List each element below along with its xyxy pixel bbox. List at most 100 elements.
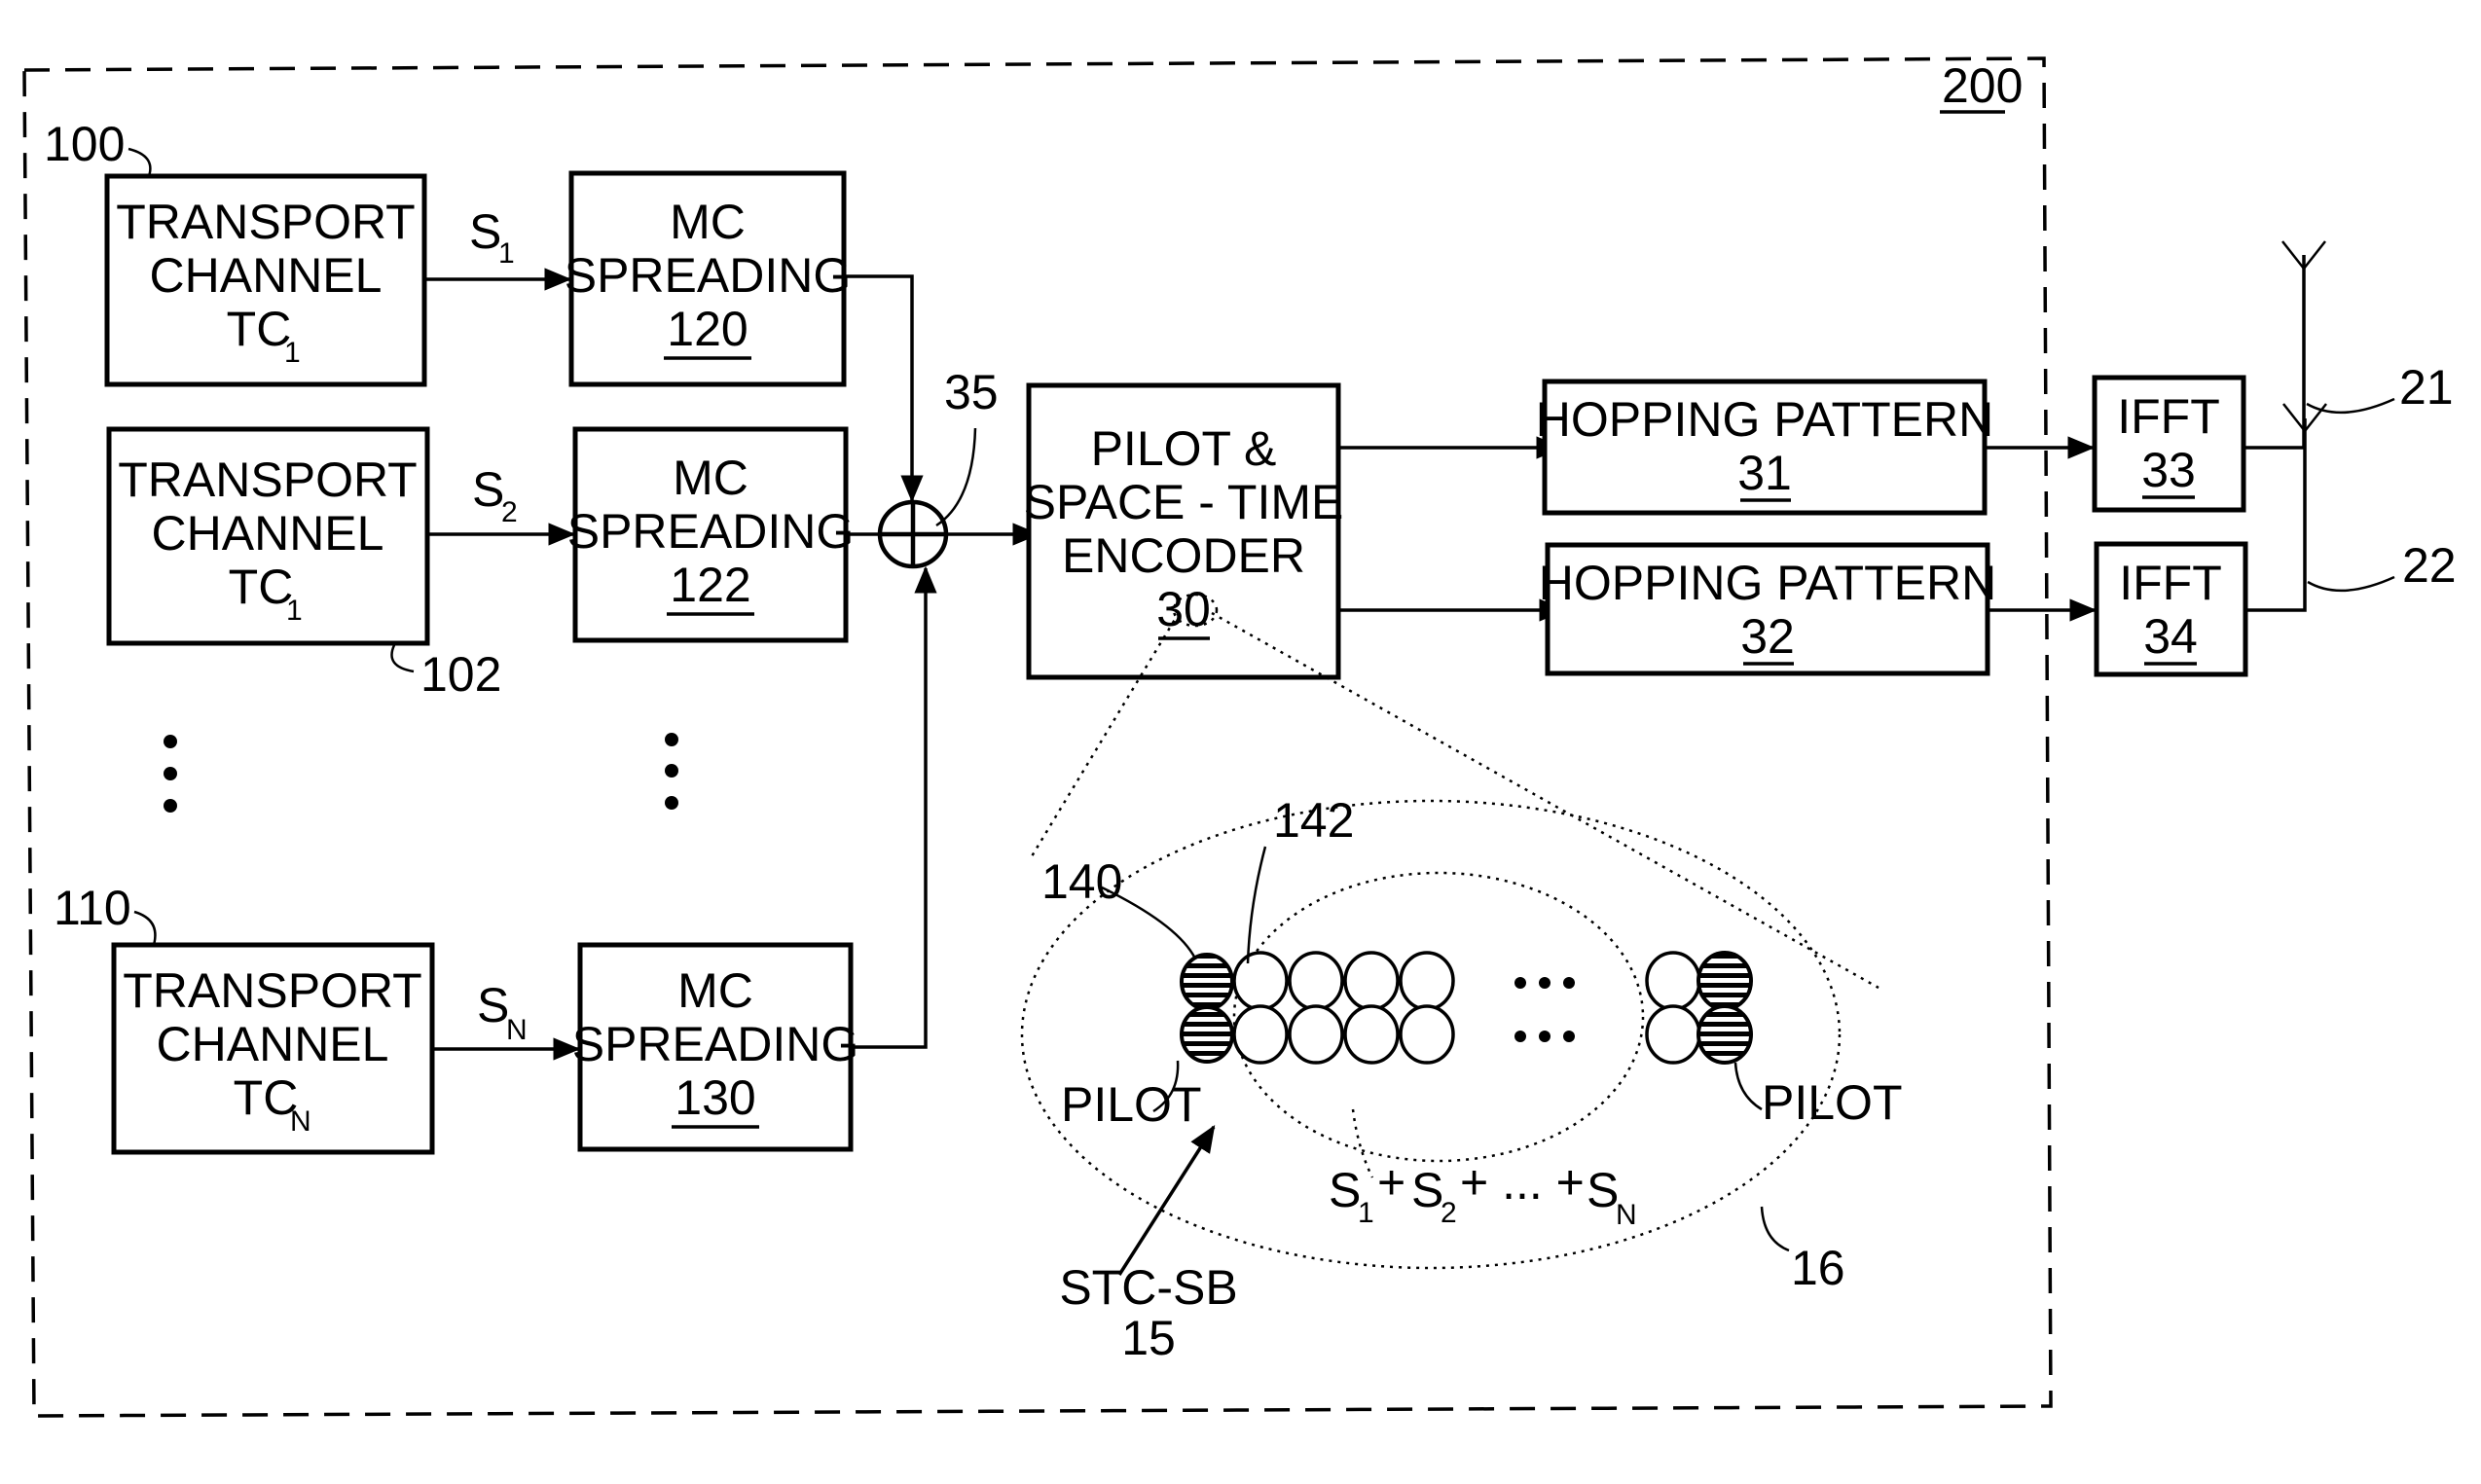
ellipsis-dot [164,767,177,780]
summation-junction [877,499,949,569]
data-cell [1343,1004,1400,1065]
tcn-sub: N [290,1105,311,1138]
summer-ref: 35 [944,365,999,419]
data-cell [1399,1004,1455,1065]
stc-sb-detail: 140 142 PILOT PILOT S 1 + S 2 + ... + S … [1020,593,1902,1365]
tcn-line3: TC [234,1070,299,1125]
mc122-ref: 122 [670,558,750,612]
sum-s1-sub: 1 [1358,1197,1374,1229]
sum-sn-sub: N [1616,1199,1637,1231]
stc-sb-label: STC-SB [1059,1260,1237,1315]
ifft-34: IFFT 34 [2094,541,2248,677]
stc-sb-arrow [1117,1125,1216,1276]
tcn-leader [133,910,157,946]
tc2-line2: CHANNEL [152,506,384,561]
signal-sn-sub: N [506,1014,528,1046]
mc122-line2: SPREADING [567,504,855,559]
encoder-line3: ENCODER [1062,528,1305,583]
data-cell [1399,951,1455,1011]
antenna-22-ref: 22 [2402,538,2457,593]
data-cell [1288,951,1344,1011]
data-cell [1645,951,1701,1011]
pilot-cell [1697,1004,1753,1065]
ellipsis-dot [1514,977,1526,989]
data-cell [1288,1004,1344,1065]
sum-mid: + ... + [1460,1155,1585,1210]
encoder-line2: SPACE - TIME [1024,475,1344,529]
antenna-21-icon [2244,240,2395,450]
sum-plus: + [1377,1155,1405,1210]
transport-channel-1: TRANSPORT CHANNEL TC 1 [104,173,427,387]
data-cell [1232,951,1289,1011]
data-cell [1645,1004,1701,1065]
tcn-ref: 110 [54,881,131,935]
ellipsis-dot [164,799,177,813]
tc1-ref: 100 [44,117,125,171]
signal-s1-label: S [469,204,501,259]
pilot-cell [1180,953,1234,1011]
sum-s1: S [1329,1163,1361,1217]
tc1-line3: TC [227,302,292,356]
mc130-ref: 130 [675,1070,755,1125]
hopping-pattern-31: HOPPING PATTERN 31 [1536,379,1993,516]
tc1-sub: 1 [284,337,301,369]
stc-sb-ref: 15 [1121,1311,1176,1365]
pilot-cell [1697,951,1753,1011]
mc-spreading-120: MC SPREADING 120 [565,170,851,387]
tc2-line1: TRANSPORT [118,452,417,507]
summer-leader [935,427,977,527]
data-ref-142: 142 [1273,793,1354,848]
ellipsis-dot [1539,1031,1551,1042]
pilot-ref-140: 140 [1041,854,1122,909]
frame-ref: 200 [1942,58,2023,113]
data-ref-leader [1246,846,1267,964]
tc1-line1: TRANSPORT [116,195,415,249]
pilot-right-label: PILOT [1762,1075,1902,1130]
hp31-ref: 31 [1737,446,1792,500]
mc-spreading-130: MC SPREADING 130 [572,942,859,1152]
ellipsis-dot [1539,977,1551,989]
ifft33-ref: 33 [2141,443,2196,497]
ifft-33: IFFT 33 [2092,375,2246,513]
block-diagram: 200 TRANSPORT CHANNEL TC 1 100 TRANSPORT… [22,56,2457,1418]
tc1-leader [128,147,152,177]
ifft34-label: IFFT [2119,556,2222,610]
signal-sn-label: S [477,978,509,1032]
ellipsis-dot [665,733,678,746]
ifft34-ref: 34 [2143,609,2198,664]
tc2-ref: 102 [420,647,501,702]
ellipsis-dot [1514,1031,1526,1042]
hp31-label: HOPPING PATTERN [1536,392,1993,447]
mc122-line1: MC [673,451,748,505]
mc120-line1: MC [670,195,746,249]
encoder-ref: 30 [1156,582,1211,636]
hp32-label: HOPPING PATTERN [1539,556,1996,610]
data-cell [1232,1004,1289,1065]
ellipsis-dot [164,735,177,748]
antenna-21-ref: 21 [2399,360,2454,415]
pilot-cell [1180,1005,1234,1064]
tc2-line3: TC [229,560,294,614]
ellipsis-dot [1563,977,1575,989]
hopping-pattern-32: HOPPING PATTERN 32 [1539,542,1996,676]
wire-130-to-sum [851,565,937,1049]
mc130-line2: SPREADING [572,1017,859,1071]
encoder-line1: PILOT & [1091,421,1277,476]
transport-channel-2: TRANSPORT CHANNEL TC 1 [106,426,430,646]
tc2-leader [390,644,415,673]
mc-spreading-122: MC SPREADING 122 [567,426,855,643]
wire-120-to-sum [844,274,924,503]
tc2-sub: 1 [286,595,303,627]
signal-s2-label: S [472,462,504,517]
ifft33-label: IFFT [2117,389,2220,444]
outer-ref-leader [1760,1206,1790,1252]
pilot-space-time-encoder: PILOT & SPACE - TIME ENCODER 30 [1024,382,1344,680]
mc130-line1: MC [677,963,753,1018]
sum-sn: S [1587,1163,1619,1217]
sum-s2-sub: 2 [1441,1197,1457,1229]
sum-s2: S [1411,1163,1443,1217]
data-cell [1343,951,1400,1011]
pilot-right-leader [1733,1062,1763,1111]
ellipsis-dot [1563,1031,1575,1042]
transport-channel-n: TRANSPORT CHANNEL TC N [111,942,435,1155]
